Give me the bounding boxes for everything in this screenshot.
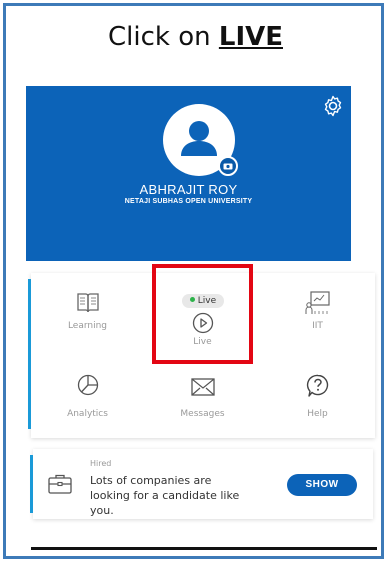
divider [31, 547, 377, 550]
card-accent-bar [30, 455, 33, 513]
hired-label: Hired [90, 459, 112, 468]
menu-label-help: Help [307, 409, 328, 419]
user-name: ABHRAJIT ROY [139, 182, 238, 197]
menu-label-messages: Messages [180, 409, 225, 419]
avatar[interactable] [163, 104, 238, 176]
briefcase-icon [48, 474, 72, 494]
menu-item-iit[interactable]: IIT [261, 273, 374, 353]
pie-chart-icon [77, 374, 98, 396]
menu-label-analytics: Analytics [67, 409, 108, 419]
instruction-prefix: Click on [108, 22, 219, 52]
gear-icon[interactable] [321, 94, 345, 118]
menu-item-learning[interactable]: Learning [31, 273, 144, 353]
book-icon [76, 293, 99, 313]
menu-item-messages[interactable]: Messages [146, 361, 259, 441]
menu-label-iit: IIT [312, 321, 323, 331]
hired-card: Hired Lots of companies are looking for … [30, 449, 373, 519]
menu-label-learning: Learning [67, 321, 108, 331]
show-button[interactable]: SHOW [287, 474, 357, 496]
menu-item-help[interactable]: Help [261, 361, 374, 441]
profile-header: ABHRAJIT ROY NETAJI SUBHAS OPEN UNIVERSI… [26, 86, 351, 261]
instruction-emphasis: LIVE [218, 22, 283, 52]
envelope-icon [190, 378, 215, 396]
instruction-title: Click on LIVE [0, 22, 391, 52]
live-highlight-box [152, 264, 253, 364]
presentation-icon [305, 291, 330, 314]
help-icon [306, 374, 328, 397]
menu-item-analytics[interactable]: Analytics [31, 361, 144, 441]
camera-icon[interactable] [218, 156, 238, 176]
university-name: NETAJI SUBHAS OPEN UNIVERSITY [124, 198, 253, 205]
hired-message: Lots of companies are looking for a cand… [90, 474, 240, 517]
